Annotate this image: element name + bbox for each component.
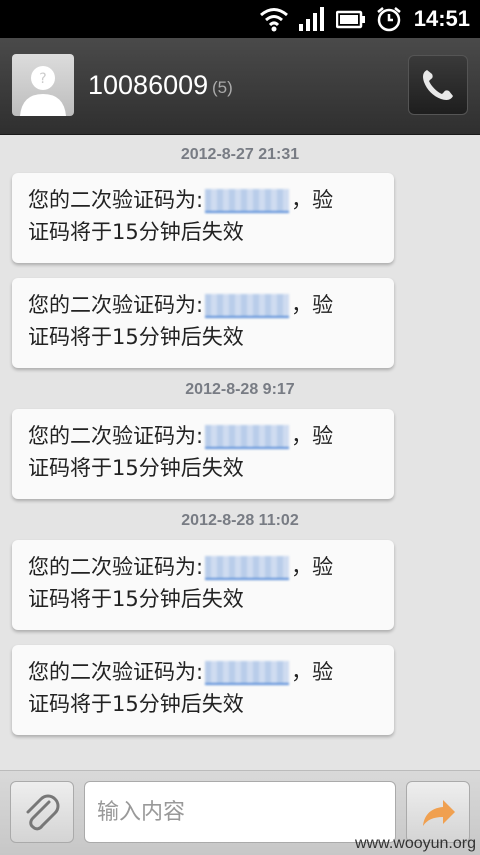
paperclip-icon xyxy=(26,794,60,831)
composer-bar: www.wooyun.org xyxy=(0,770,480,855)
contact-name: 10086009 xyxy=(88,70,209,100)
phone-icon xyxy=(423,70,453,100)
message-bubble[interactable]: 您的二次验证码为: ，验 证码将于15分钟后失效 xyxy=(12,645,394,735)
status-time: 14:51 xyxy=(413,6,470,31)
status-bar: 14:51 xyxy=(0,0,480,38)
watermark-text: www.wooyun.org xyxy=(355,835,476,852)
verification-code-link[interactable] xyxy=(205,661,290,685)
message-text: 您的二次验证码为: xyxy=(28,660,204,684)
message-text: ，验 xyxy=(291,424,334,448)
message-text: 证码将于15分钟后失效 xyxy=(28,692,244,716)
wifi-icon xyxy=(260,8,288,32)
message-count: (5) xyxy=(212,78,233,97)
message-text: ，验 xyxy=(291,188,334,212)
message-text: ，验 xyxy=(291,660,334,684)
battery-icon xyxy=(336,10,365,29)
message-bubble[interactable]: 您的二次验证码为: ，验 证码将于15分钟后失效 xyxy=(12,278,394,368)
avatar-placeholder-icon: ? xyxy=(20,66,66,116)
attach-button[interactable] xyxy=(10,781,74,843)
message-text: 您的二次验证码为: xyxy=(28,424,204,448)
message-text: 您的二次验证码为: xyxy=(28,188,204,212)
svg-text:?: ? xyxy=(39,71,46,87)
message-input[interactable] xyxy=(84,781,396,843)
verification-code-link[interactable] xyxy=(205,189,290,213)
message-bubble[interactable]: 您的二次验证码为: ，验 证码将于15分钟后失效 xyxy=(12,409,394,499)
message-timestamp: 2012-8-27 21:31 xyxy=(180,146,300,163)
verification-code-link[interactable] xyxy=(205,294,290,318)
message-bubble[interactable]: 您的二次验证码为: ，验 证码将于15分钟后失效 xyxy=(12,173,394,263)
send-button[interactable] xyxy=(406,781,470,843)
message-text: ，验 xyxy=(291,555,334,579)
message-text: 证码将于15分钟后失效 xyxy=(28,220,244,244)
message-text: 证码将于15分钟后失效 xyxy=(28,456,244,480)
message-text: 证码将于15分钟后失效 xyxy=(28,325,244,349)
message-bubble[interactable]: 您的二次验证码为: ，验 证码将于15分钟后失效 xyxy=(12,540,394,630)
conversation-header: ? 10086009 (5) xyxy=(0,38,480,135)
message-text: 您的二次验证码为: xyxy=(28,293,204,317)
message-text: ，验 xyxy=(291,293,334,317)
contact-avatar[interactable]: ? xyxy=(12,54,74,116)
message-timestamp: 2012-8-28 11:02 xyxy=(181,512,299,529)
call-button[interactable] xyxy=(408,55,468,115)
message-text: 您的二次验证码为: xyxy=(28,555,204,579)
verification-code-link[interactable] xyxy=(205,556,290,580)
signal-icon xyxy=(299,7,324,31)
message-text: 证码将于15分钟后失效 xyxy=(28,587,244,611)
send-arrow-icon xyxy=(423,800,455,826)
message-timestamp: 2012-8-28 9:17 xyxy=(185,381,295,398)
verification-code-link[interactable] xyxy=(205,425,290,449)
alarm-icon xyxy=(377,7,401,32)
